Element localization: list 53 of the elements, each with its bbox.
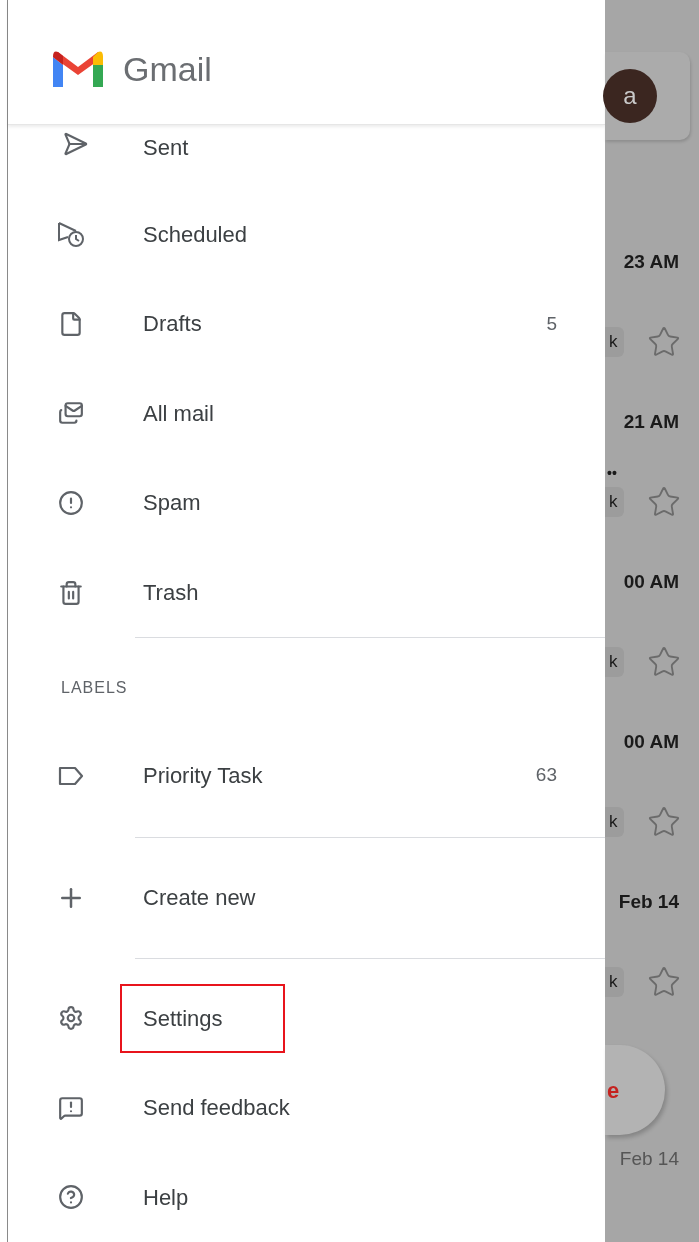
section-heading: LABELS	[61, 678, 128, 698]
email-time: 23 AM	[623, 249, 679, 274]
email-time: Feb 14	[618, 889, 679, 914]
star-icon[interactable]	[647, 325, 681, 359]
drawer-item[interactable]: Spam	[8, 458, 605, 548]
item-label: Send feedback	[143, 1094, 290, 1123]
item-label: All mail	[143, 399, 214, 428]
email-snippet: ••	[606, 466, 617, 480]
drawer-item[interactable]: Scheduled	[8, 189, 605, 280]
scheduled-send-icon	[55, 220, 86, 249]
app-title: Gmail	[123, 49, 212, 90]
drawer-item[interactable]: Sent	[8, 125, 605, 190]
drawer-item[interactable]: Drafts 5	[8, 279, 605, 369]
drawer-item[interactable]: Send feedback	[8, 1063, 605, 1153]
star-icon[interactable]	[647, 485, 681, 519]
star-icon[interactable]	[647, 965, 681, 999]
item-label: Priority Task	[143, 762, 263, 791]
item-label: Create new	[143, 884, 256, 913]
item-label: Drafts	[143, 310, 202, 339]
item-label: Scheduled	[143, 220, 247, 249]
mail-stack-icon	[57, 400, 84, 427]
email-time: 00 AM	[623, 569, 679, 594]
item-count: 63	[535, 763, 558, 788]
email-time: 00 AM	[623, 729, 679, 754]
drawer-item[interactable]: Help	[8, 1152, 605, 1242]
label-chip: k	[605, 327, 624, 357]
label-chip: k	[605, 487, 624, 517]
item-label: Settings	[120, 983, 285, 1053]
settings-icon	[57, 1005, 84, 1032]
star-icon[interactable]	[647, 805, 681, 839]
item-label: Trash	[143, 579, 199, 607]
drawer-item[interactable]: Priority Task 63	[8, 737, 605, 814]
drawer-item[interactable]: Trash	[8, 547, 605, 638]
label-icon	[56, 764, 85, 787]
drawer-item[interactable]: Create new	[8, 838, 605, 958]
star-icon[interactable]	[647, 645, 681, 679]
label-chip: k	[605, 967, 624, 997]
drawer-item[interactable]: All mail	[8, 368, 605, 459]
help-icon	[57, 1184, 84, 1211]
avatar: a	[603, 69, 657, 123]
email-time: Feb 14	[619, 1146, 679, 1171]
drawer-item[interactable]: Settings	[8, 973, 605, 1063]
gmail-logo-icon	[53, 50, 103, 89]
label-chip: k	[605, 807, 624, 837]
email-time: 21 AM	[623, 409, 679, 434]
item-label: Sent	[143, 134, 189, 162]
alert-icon	[57, 490, 84, 516]
item-count: 5	[546, 311, 558, 336]
item-label: Spam	[143, 489, 201, 518]
item-label: Help	[143, 1183, 189, 1212]
feedback-icon	[57, 1094, 84, 1121]
trash-icon	[57, 579, 84, 606]
label-chip: k	[605, 647, 624, 677]
